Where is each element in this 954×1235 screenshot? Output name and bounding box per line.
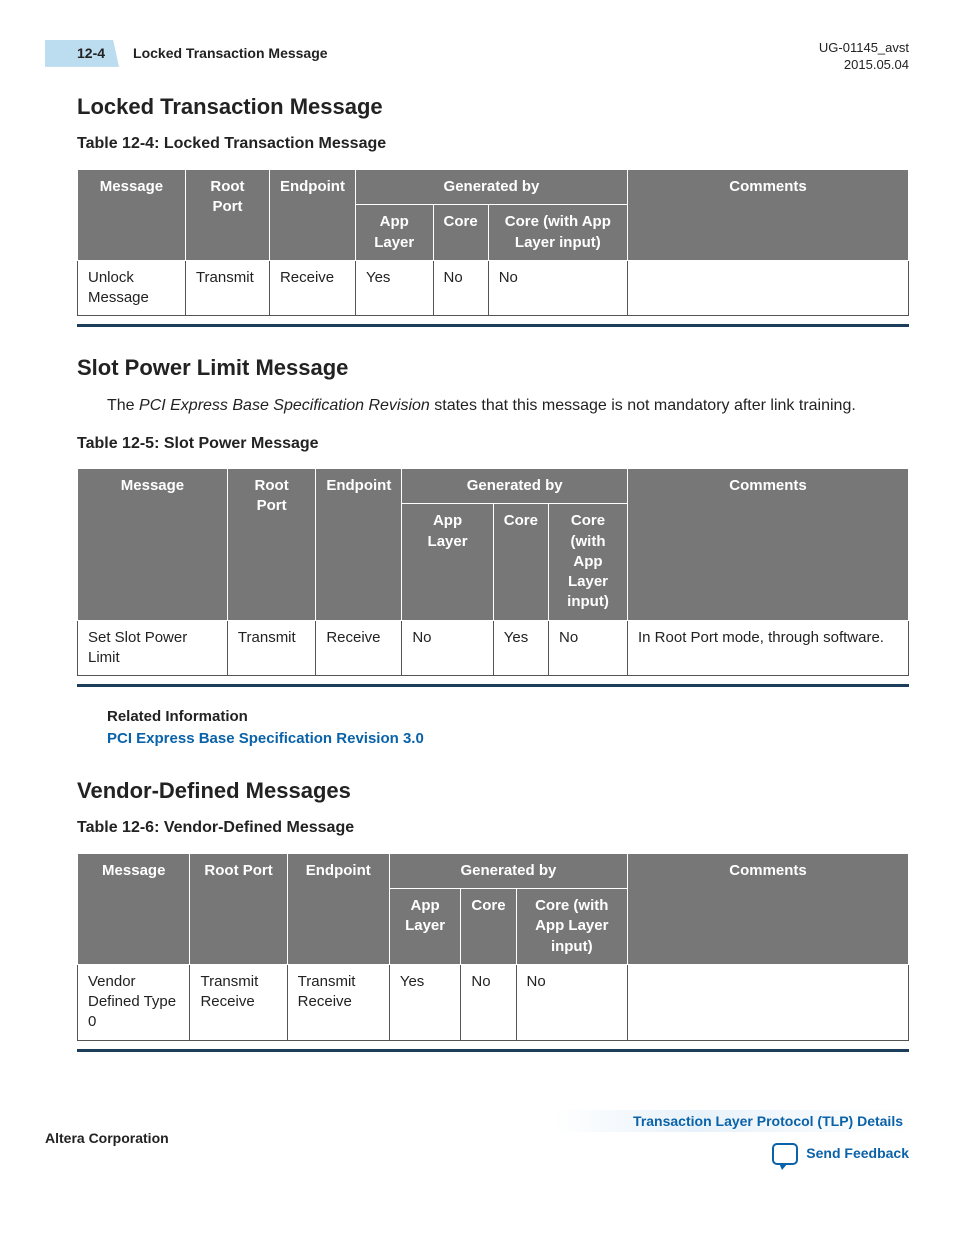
table-caption-12-4: Table 12-4: Locked Transaction Message: [45, 133, 909, 155]
feedback-label: Send Feedback: [806, 1144, 909, 1163]
table-rule: [77, 684, 909, 687]
header-left: 12-4 Locked Transaction Message: [45, 40, 328, 67]
cell-endpoint: Transmit Receive: [287, 964, 389, 1040]
th-comments: Comments: [628, 469, 909, 621]
cell-core-app: No: [488, 260, 627, 316]
speech-bubble-icon: [772, 1143, 798, 1165]
th-generated-by: Generated by: [389, 853, 627, 888]
cell-comments: [628, 964, 909, 1040]
th-root-port: Root Port: [190, 853, 287, 964]
th-endpoint: Endpoint: [269, 170, 355, 261]
th-message: Message: [78, 853, 190, 964]
table-rule: [77, 1049, 909, 1052]
cell-app-layer: Yes: [355, 260, 433, 316]
cell-core: Yes: [493, 620, 548, 676]
heading-locked-transaction: Locked Transaction Message: [45, 92, 909, 122]
doc-id: UG-01145_avst: [819, 40, 909, 57]
table-12-4: Message Root Port Endpoint Generated by …: [77, 169, 909, 316]
table-row: Vendor Defined Type 0 Transmit Receive T…: [78, 964, 909, 1040]
cell-core-app: No: [549, 620, 628, 676]
section-slot-power: Slot Power Limit Message The PCI Express…: [45, 353, 909, 749]
footer-corp: Altera Corporation: [45, 1129, 169, 1148]
footer-tlp-link[interactable]: Transaction Layer Protocol (TLP) Details: [553, 1110, 909, 1132]
cell-root-port: Transmit: [185, 260, 269, 316]
cell-core: No: [433, 260, 488, 316]
para-pre: The: [107, 397, 139, 414]
th-core: Core: [461, 889, 516, 965]
th-comments: Comments: [628, 170, 909, 261]
table-row: Unlock Message Transmit Receive Yes No N…: [78, 260, 909, 316]
th-app-layer: App Layer: [355, 205, 433, 261]
heading-vendor-defined: Vendor-Defined Messages: [45, 776, 909, 806]
cell-endpoint: Receive: [316, 620, 402, 676]
cell-message: Set Slot Power Limit: [78, 620, 228, 676]
table-caption-12-5: Table 12-5: Slot Power Message: [45, 433, 909, 455]
page-footer: Altera Corporation Transaction Layer Pro…: [45, 1112, 909, 1165]
th-message: Message: [78, 170, 186, 261]
th-app-layer: App Layer: [402, 504, 493, 620]
cell-core-app: No: [516, 964, 627, 1040]
cell-comments: [628, 260, 909, 316]
th-generated-by: Generated by: [402, 469, 628, 504]
cell-app-layer: No: [402, 620, 493, 676]
th-core-app: Core (with App Layer input): [488, 205, 627, 261]
page-header: 12-4 Locked Transaction Message UG-01145…: [45, 40, 909, 74]
footer-right: Transaction Layer Protocol (TLP) Details…: [553, 1112, 909, 1165]
header-title: Locked Transaction Message: [133, 44, 328, 63]
th-root-port: Root Port: [185, 170, 269, 261]
table-12-6: Message Root Port Endpoint Generated by …: [77, 853, 909, 1041]
cell-core: No: [461, 964, 516, 1040]
th-endpoint: Endpoint: [316, 469, 402, 621]
slot-power-para: The PCI Express Base Specification Revis…: [45, 395, 909, 417]
table-12-5: Message Root Port Endpoint Generated by …: [77, 468, 909, 676]
th-root-port: Root Port: [227, 469, 315, 621]
header-right: UG-01145_avst 2015.05.04: [819, 40, 909, 74]
related-info-block: Related Information PCI Express Base Spe…: [45, 707, 909, 750]
table-row: Set Slot Power Limit Transmit Receive No…: [78, 620, 909, 676]
th-endpoint: Endpoint: [287, 853, 389, 964]
heading-slot-power: Slot Power Limit Message: [45, 353, 909, 383]
cell-message: Unlock Message: [78, 260, 186, 316]
th-generated-by: Generated by: [355, 170, 627, 205]
cell-comments: In Root Port mode, through software.: [628, 620, 909, 676]
related-info-link[interactable]: PCI Express Base Specification Revision …: [107, 729, 909, 749]
th-core-app: Core (with App Layer input): [516, 889, 627, 965]
table-caption-12-6: Table 12-6: Vendor-Defined Message: [45, 817, 909, 839]
cell-root-port: Transmit: [227, 620, 315, 676]
para-em: PCI Express Base Specification Revision: [139, 397, 430, 414]
cell-app-layer: Yes: [389, 964, 461, 1040]
table-rule: [77, 324, 909, 327]
th-message: Message: [78, 469, 228, 621]
section-vendor-defined: Vendor-Defined Messages Table 12-6: Vend…: [45, 776, 909, 1052]
th-core-app: Core (with App Layer input): [549, 504, 628, 620]
section-locked-transaction: Locked Transaction Message Table 12-4: L…: [45, 92, 909, 328]
cell-root-port: Transmit Receive: [190, 964, 287, 1040]
cell-message: Vendor Defined Type 0: [78, 964, 190, 1040]
th-core: Core: [433, 205, 488, 261]
doc-date: 2015.05.04: [819, 57, 909, 74]
para-post: states that this message is not mandator…: [430, 397, 856, 414]
related-info-title: Related Information: [107, 707, 909, 727]
th-comments: Comments: [628, 853, 909, 964]
page-number-badge: 12-4: [45, 40, 119, 67]
cell-endpoint: Receive: [269, 260, 355, 316]
th-core: Core: [493, 504, 548, 620]
send-feedback-link[interactable]: Send Feedback: [553, 1143, 909, 1165]
th-app-layer: App Layer: [389, 889, 461, 965]
